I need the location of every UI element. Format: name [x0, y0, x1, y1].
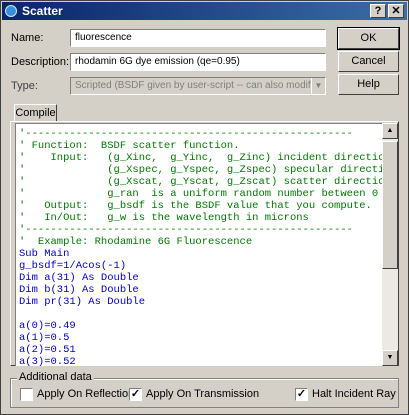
- name-field[interactable]: fluorescence: [70, 29, 326, 47]
- halt-incident-ray-checkbox[interactable]: ✓: [295, 388, 308, 401]
- code-line: ' Function: BSDF scatter function.: [19, 140, 240, 152]
- window-title: Scatter: [22, 4, 63, 18]
- chevron-down-icon[interactable]: ▼: [311, 78, 325, 94]
- description-label: Description:: [11, 56, 70, 68]
- script-editor[interactable]: '---------------------------------------…: [15, 123, 382, 366]
- question-icon: ?: [374, 5, 382, 17]
- close-button[interactable]: ✕: [388, 4, 404, 18]
- apply-on-reflection-label[interactable]: Apply On Reflection: [37, 388, 134, 400]
- app-icon: [5, 5, 17, 17]
- code-line: Dim a(31) As Double: [19, 272, 139, 284]
- scroll-thumb[interactable]: [382, 141, 398, 269]
- code-line: ' In/Out: g_w is the wavelength in micro…: [19, 212, 309, 224]
- title-bar[interactable]: Scatter ? ✕: [2, 2, 407, 20]
- scroll-up-icon[interactable]: ▲: [382, 123, 398, 139]
- scroll-down-icon[interactable]: ▼: [382, 350, 398, 366]
- apply-on-reflection-checkbox[interactable]: [20, 388, 33, 401]
- close-icon: ✕: [391, 5, 401, 17]
- ok-button[interactable]: OK: [337, 27, 400, 50]
- cancel-button[interactable]: Cancel: [338, 51, 399, 72]
- code-line: a(3)=0.52: [19, 356, 76, 366]
- code-line: Sub Main: [19, 248, 70, 260]
- vertical-scrollbar[interactable]: ▲ ▼: [382, 123, 398, 366]
- apply-on-transmission-checkbox[interactable]: ✓: [129, 388, 142, 401]
- code-line: ' Example: Rhodamine 6G Fluorescence: [19, 236, 253, 248]
- code-line: a(1)=0.5: [19, 332, 70, 344]
- apply-on-transmission-label[interactable]: Apply On Transmission: [146, 388, 259, 400]
- code-line: a(2)=0.51: [19, 344, 76, 356]
- help-title-button[interactable]: ?: [370, 4, 386, 18]
- type-value: Scripted (BSDF given by user-script -- c…: [75, 80, 325, 91]
- code-line: ' Output: g_bsdf is the BSDF value that …: [19, 200, 372, 212]
- code-line: '---------------------------------------…: [19, 128, 353, 140]
- code-line: Dim pr(31) As Double: [19, 296, 146, 308]
- description-field[interactable]: rhodamin 6G dye emission (qe=0.95): [70, 53, 326, 71]
- type-label: Type:: [11, 80, 38, 92]
- code-line: ' g_ran is a uniform random number betwe…: [19, 188, 379, 200]
- code-line: Dim b(31) As Double: [19, 284, 139, 296]
- tab-compile[interactable]: Compile: [14, 104, 57, 122]
- code-line: g_bsdf=1/Acos(-1): [19, 260, 127, 272]
- code-line: ' (g_Xspec, g_Yspec, g_Zspec) specular d…: [19, 164, 382, 176]
- name-label: Name:: [11, 32, 44, 44]
- code-line: ' Input: (g_Xinc, g_Yinc, g_Zinc) incide…: [19, 152, 382, 164]
- code-line: '---------------------------------------…: [19, 224, 353, 236]
- additional-data-title: Additional data: [17, 371, 94, 383]
- code-line: a(0)=0.49: [19, 320, 76, 332]
- halt-incident-ray-label[interactable]: Halt Incident Ray: [312, 388, 396, 400]
- help-button[interactable]: Help: [338, 74, 399, 95]
- scatter-dialog: Scatter ? ✕ Name: fluorescence Descripti…: [0, 0, 409, 415]
- code-line: ' (g_Xscat, g_Yscat, g_Zscat) scatter di…: [19, 176, 382, 188]
- type-dropdown[interactable]: Scripted (BSDF given by user-script -- c…: [70, 77, 326, 95]
